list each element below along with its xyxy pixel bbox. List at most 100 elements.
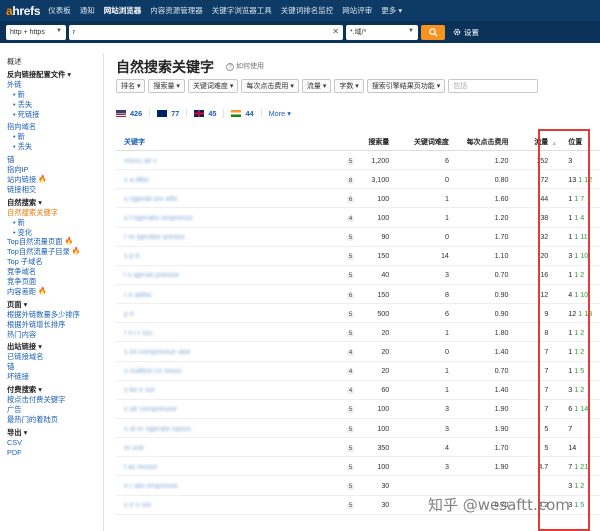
keyword-cell[interactable]: s air compressor <box>116 404 340 413</box>
keyword-cell[interactable]: r n i r ssc <box>116 328 340 337</box>
keyword-cell[interactable]: t ac ressor <box>116 462 340 471</box>
sidebar-item-pdf[interactable]: PDF <box>7 448 103 458</box>
table-row[interactable]: s rigerati om ellic 6 100 1 1.60 44 1 1 7 <box>116 189 600 209</box>
sidebar-item-link-intersect[interactable]: 链接相交 <box>7 185 103 195</box>
sidebar-item-broken-out-links[interactable]: 坏链接 <box>7 372 103 382</box>
table-row[interactable]: s air compressor 5 100 3 1.90 7 6 1 14 <box>116 400 600 419</box>
keyword-cell[interactable]: micro air c <box>116 156 340 165</box>
keyword-text[interactable]: s ke ir sor <box>124 385 155 394</box>
search-button[interactable] <box>421 24 445 40</box>
sidebar-item-top-landing[interactable]: 最热门的着陆页 <box>7 415 103 425</box>
keyword-text[interactable]: s l rigeratio ompresso <box>124 213 193 222</box>
filter-words[interactable]: 字数 ▾ <box>334 79 364 93</box>
keyword-text[interactable]: s al or rigerato nposs <box>124 424 191 433</box>
sidebar-item-top-pages[interactable]: Top自然流量页面 🔥 <box>7 237 103 247</box>
keyword-text[interactable]: v a ditio <box>124 175 149 184</box>
keyword-text[interactable]: r re igerator presso <box>124 232 185 241</box>
table-row[interactable]: p it 5 500 6 0.90 9 12 1 13 <box>116 304 600 324</box>
keyword-text[interactable]: s rigerati om ellic <box>124 194 178 203</box>
filter-cpc[interactable]: 每次点击费用 ▾ <box>241 79 299 93</box>
table-row[interactable]: n r ate ompresso 5 30 3 1 2 <box>116 476 600 496</box>
keyword-cell[interactable]: s ini compressor ator <box>116 347 340 356</box>
sidebar-item-csv[interactable]: CSV <box>7 438 103 448</box>
table-row[interactable]: t ac ressor 5 100 3 1.90 4.7 7 1 21 <box>116 457 600 477</box>
table-row[interactable]: l o igerati pressor 5 40 3 0.70 16 1 1 2 <box>116 266 600 285</box>
settings-button[interactable]: 设置 <box>453 27 479 38</box>
keyword-cell[interactable]: s p it <box>116 251 340 260</box>
col-keyword[interactable]: 关键字 <box>116 137 340 147</box>
country-tab-gb[interactable]: 45 <box>194 109 225 118</box>
keyword-text[interactable]: r e aditio <box>124 290 152 299</box>
filter-kd[interactable]: 关键词难度 ▾ <box>187 79 239 93</box>
more-countries-button[interactable]: More ▾ <box>269 109 291 118</box>
table-row[interactable]: s l rigeratio ompresso 4 100 1 1.20 38 1 1 4 <box>116 208 600 228</box>
sidebar-item-top-subdomains[interactable]: Top 子域名 <box>7 257 103 267</box>
keyword-cell[interactable]: s rigerati om ellic <box>116 194 340 203</box>
protocol-select[interactable]: http + https ▼ <box>6 24 66 40</box>
keyword-cell[interactable]: r e aditio <box>116 290 340 299</box>
country-tab-au[interactable]: 77 <box>157 109 188 118</box>
nav-content-explorer[interactable]: 内容资源管理器 <box>150 5 203 16</box>
table-row[interactable]: micro air c 5 1,200 6 1.20 152 3 <box>116 151 600 171</box>
sidebar-item-competing-pages[interactable]: 竞争页面 <box>7 277 103 287</box>
sidebar-item-ref-new[interactable]: • 新 <box>7 132 103 142</box>
nav-rank-tracker[interactable]: 关键词排名监控 <box>281 5 334 16</box>
sidebar-item-ok-new[interactable]: • 新 <box>7 218 103 228</box>
sidebar-item-best-by-growth[interactable]: 根据外链增长排序 <box>7 320 103 330</box>
sidebar-item-top-subfolders[interactable]: Top自然流量子目录 🔥 <box>7 247 103 257</box>
keyword-cell[interactable]: p it <box>116 309 340 318</box>
keyword-cell[interactable]: r re igerator presso <box>116 232 340 241</box>
sidebar-item-anchors[interactable]: 锚 <box>7 155 103 165</box>
sidebar-item-ext-lost[interactable]: • 丢失 <box>7 100 103 110</box>
col-volume[interactable]: 搜索量 <box>361 137 389 147</box>
sidebar-item-ok-changes[interactable]: • 变化 <box>7 228 103 238</box>
ahrefs-logo[interactable]: ahrefs <box>6 4 41 18</box>
sidebar-item-ppc-keywords[interactable]: 按点击付费关键字 <box>7 395 103 405</box>
include-input[interactable]: 包括 <box>448 79 539 93</box>
keyword-text[interactable]: p it <box>124 309 134 318</box>
filter-position[interactable]: 排名 ▾ <box>116 79 146 93</box>
table-row[interactable]: v a ditio 8 3,100 0 0.80 72 13 1 12 <box>116 170 600 190</box>
mode-select[interactable]: *.域/* ▼ <box>346 24 418 40</box>
sidebar-item-content-gap[interactable]: 内容差距 🔥 <box>7 287 103 297</box>
keyword-text[interactable]: m unit <box>124 443 144 452</box>
how-to-use-link[interactable]: ? 如何使用 <box>226 61 264 71</box>
keyword-cell[interactable]: s l rigeratio ompresso <box>116 213 340 222</box>
nav-more[interactable]: 更多 ▾ <box>381 5 402 16</box>
table-row[interactable]: s ke ir sor 4 60 1 1.40 7 3 1 2 <box>116 381 600 400</box>
sidebar-item-ref-domains[interactable]: 指向域名 <box>7 122 103 132</box>
sidebar-item-overview[interactable]: 概述 <box>7 57 103 67</box>
table-row[interactable]: r re igerator presso 5 90 0 1.70 32 1 1 11 <box>116 228 600 247</box>
url-input[interactable]: r ✕ <box>69 24 343 40</box>
nav-alerts[interactable]: 通知 <box>80 5 95 16</box>
nav-keywords-explorer[interactable]: 关键字浏览器工具 <box>212 5 272 16</box>
table-row[interactable]: r e aditio 6 150 8 0.90 12 4 1 10 <box>116 285 600 305</box>
filter-serp-features[interactable]: 搜索引擎结果页功能 ▾ <box>366 79 446 93</box>
keyword-cell[interactable]: s ir n sor <box>116 500 340 509</box>
keyword-cell[interactable]: m unit <box>116 443 340 452</box>
nav-dashboard[interactable]: 仪表板 <box>48 5 71 16</box>
filter-volume[interactable]: 搜索量 ▾ <box>148 79 185 93</box>
keyword-text[interactable]: s air compressor <box>124 404 177 413</box>
sidebar-item-ads[interactable]: 广告 <box>7 405 103 415</box>
col-kd[interactable]: 关键词难度 <box>389 137 449 147</box>
keyword-cell[interactable]: n r ate ompresso <box>116 481 340 490</box>
keyword-text[interactable]: n r ate ompresso <box>124 481 178 490</box>
keyword-text[interactable]: s mallest co resso <box>124 366 182 375</box>
country-tab-in[interactable]: 44 <box>231 109 262 118</box>
sidebar-item-broken-links[interactable]: • 死链接 <box>7 110 103 120</box>
keyword-cell[interactable]: s ke ir sor <box>116 385 340 394</box>
keyword-text[interactable]: l o igerati pressor <box>124 270 179 279</box>
keyword-text[interactable]: micro air c <box>124 156 157 165</box>
col-cpc[interactable]: 每次点击费用 <box>449 137 509 147</box>
sidebar-item-out-anchors[interactable]: 锚 <box>7 362 103 372</box>
sidebar-item-top-content[interactable]: 热门内容 <box>7 330 103 340</box>
nav-site-explorer[interactable]: 网站浏览器 <box>104 5 142 16</box>
keyword-text[interactable]: r n i r ssc <box>124 328 153 337</box>
sidebar-item-linked-domains[interactable]: 已链接域名 <box>7 352 103 362</box>
table-row[interactable]: r n i r ssc 5 20 1 1.80 8 1 1 2 <box>116 323 600 343</box>
table-row[interactable]: s mallest co resso 4 20 1 0.70 7 1 1 5 <box>116 362 600 381</box>
keyword-cell[interactable]: s al or rigerato nposs <box>116 424 340 433</box>
keyword-text[interactable]: s p it <box>124 251 139 260</box>
sidebar-item-ref-ips[interactable]: 指向IP <box>7 165 103 175</box>
